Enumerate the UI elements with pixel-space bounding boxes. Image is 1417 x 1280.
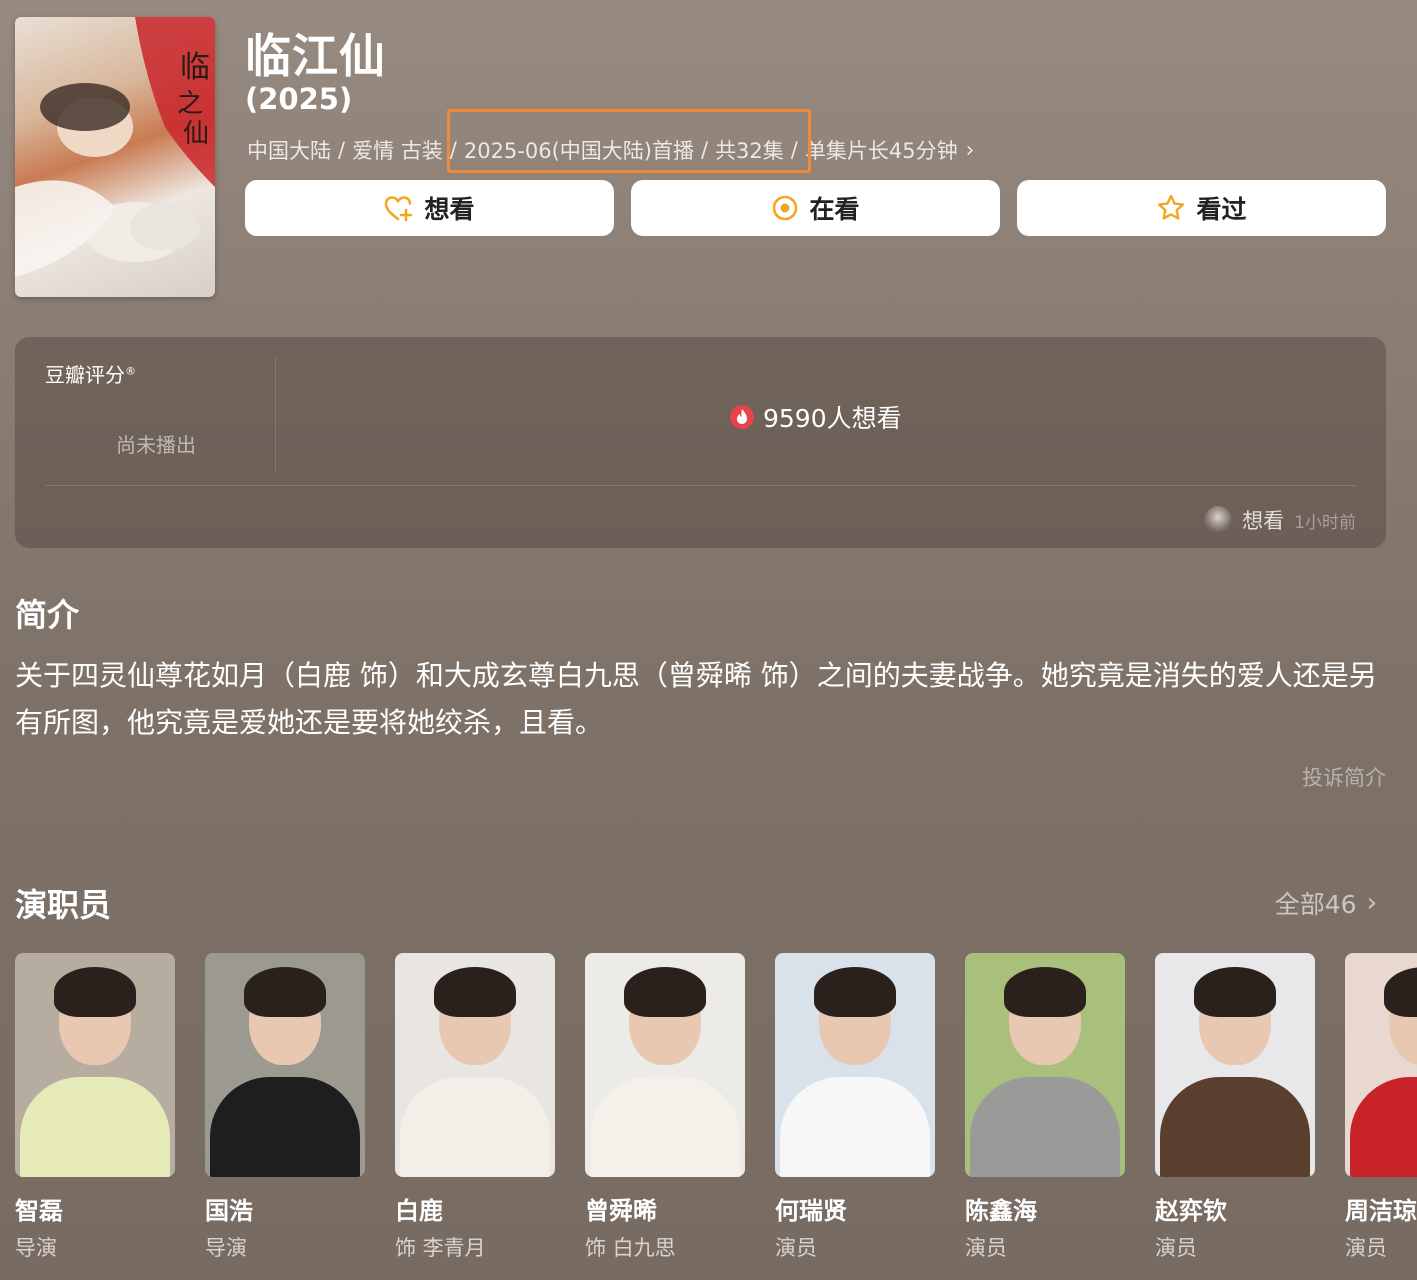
cast-photo xyxy=(585,953,745,1177)
photo-body xyxy=(210,1077,360,1177)
photo-body xyxy=(590,1077,740,1177)
photo-body xyxy=(20,1077,170,1177)
intro-heading: 简介 xyxy=(15,596,80,634)
complain-intro-link[interactable]: 投诉简介 xyxy=(1302,762,1386,792)
cast-photo xyxy=(775,953,935,1177)
cast-member[interactable]: 国浩 导演 xyxy=(205,953,365,1262)
want-label: 想看 xyxy=(424,195,475,224)
cast-role: 饰 李青月 xyxy=(395,1236,486,1260)
meta-genres: 爱情 古装 xyxy=(352,139,443,163)
svg-text:之: 之 xyxy=(177,89,203,119)
meta-region: 中国大陆 xyxy=(247,139,331,163)
divider xyxy=(45,485,1357,486)
cast-name: 白鹿 xyxy=(395,1197,443,1225)
photo-hair xyxy=(244,967,326,1017)
show-year: (2025) xyxy=(245,82,353,116)
rating-card: 豆瓣评分® 尚未播出 9590人想看 想看 1小时前 xyxy=(15,337,1386,548)
avatar xyxy=(1204,506,1233,534)
svg-text:仙: 仙 xyxy=(183,119,209,149)
activity-action: 想看 xyxy=(1242,509,1285,533)
photo-body xyxy=(1160,1077,1310,1177)
cast-member[interactable]: 白鹿 饰 李青月 xyxy=(395,953,555,1262)
cast-name: 曾舜晞 xyxy=(585,1197,657,1225)
target-circle-icon xyxy=(773,195,798,221)
cast-all-label: 全部46 xyxy=(1274,890,1357,919)
cast-member[interactable]: 赵弈钦 演员 xyxy=(1155,953,1315,1262)
cast-name: 陈鑫海 xyxy=(965,1197,1037,1225)
meta-separator: / xyxy=(338,138,346,162)
want-count[interactable]: 9590人想看 xyxy=(729,399,902,435)
cast-member[interactable]: 何瑞贤 演员 xyxy=(775,953,935,1262)
photo-body xyxy=(1350,1077,1417,1177)
cast-role: 导演 xyxy=(15,1236,57,1260)
cast-role: 演员 xyxy=(1155,1236,1197,1260)
cast-role: 演员 xyxy=(1345,1236,1387,1260)
cast-photo xyxy=(395,953,555,1177)
cast-name: 赵弈钦 xyxy=(1155,1197,1227,1225)
watching-label: 在看 xyxy=(809,195,860,224)
cast-member[interactable]: 陈鑫海 演员 xyxy=(965,953,1125,1262)
douban-rating-label: 豆瓣评分® xyxy=(45,363,136,387)
cast-photo xyxy=(1155,953,1315,1177)
cast-role: 饰 白九思 xyxy=(585,1236,676,1260)
intro-text: 关于四灵仙尊花如月（白鹿 饰）和大成玄尊白九思（曾舜晞 饰）之间的夫妻战争。她究… xyxy=(15,659,1377,739)
photo-body xyxy=(400,1077,550,1177)
poster-image[interactable]: 临 之 仙 xyxy=(15,17,215,297)
cast-role: 演员 xyxy=(775,1236,817,1260)
fire-icon xyxy=(730,405,754,429)
highlight-box xyxy=(447,109,811,173)
photo-hair xyxy=(624,967,706,1017)
recent-activity[interactable]: 想看 1小时前 xyxy=(1204,505,1356,535)
show-title: 临江仙 xyxy=(245,29,386,83)
cast-member[interactable]: 智磊 导演 xyxy=(15,953,175,1262)
poster-art: 临 之 仙 xyxy=(15,17,215,277)
photo-body xyxy=(780,1077,930,1177)
cast-role: 演员 xyxy=(965,1236,1007,1260)
watched-label: 看过 xyxy=(1196,195,1247,224)
cast-list: 智磊 导演 国浩 导演 白鹿 饰 李青月 曾舜晞 饰 白九思 何瑞贤 演员 陈鑫… xyxy=(0,953,1417,1263)
want-button[interactable]: 想看 xyxy=(245,180,614,236)
watching-button[interactable]: 在看 xyxy=(631,180,1000,236)
divider xyxy=(275,357,276,473)
want-count-text: 9590人想看 xyxy=(763,404,902,433)
photo-hair xyxy=(434,967,516,1017)
heart-plus-icon xyxy=(385,196,413,222)
cast-photo xyxy=(1345,953,1417,1177)
cast-heading: 演职员 xyxy=(15,886,112,924)
cast-photo xyxy=(205,953,365,1177)
cast-all-link[interactable]: 全部46 › xyxy=(1275,885,1377,921)
cast-name: 周洁琼 xyxy=(1345,1197,1417,1225)
photo-body xyxy=(970,1077,1120,1177)
chevron-right-icon: › xyxy=(965,137,975,163)
photo-hair xyxy=(1004,967,1086,1017)
photo-hair xyxy=(814,967,896,1017)
cast-photo xyxy=(965,953,1125,1177)
svg-text:临: 临 xyxy=(180,50,210,85)
activity-time: 1小时前 xyxy=(1294,512,1356,533)
rating-status: 尚未播出 xyxy=(116,433,196,457)
cast-name: 何瑞贤 xyxy=(775,1197,847,1225)
photo-hair xyxy=(54,967,136,1017)
chevron-right-icon: › xyxy=(1366,888,1377,918)
cast-role: 导演 xyxy=(205,1236,247,1260)
cast-member[interactable]: 曾舜晞 饰 白九思 xyxy=(585,953,745,1262)
cast-name: 国浩 xyxy=(205,1197,253,1225)
photo-hair xyxy=(1194,967,1276,1017)
cast-name: 智磊 xyxy=(15,1197,63,1225)
meta-duration: 单集片长45分钟 xyxy=(804,139,958,163)
star-outline-icon xyxy=(1158,194,1185,220)
watched-button[interactable]: 看过 xyxy=(1017,180,1386,236)
cast-photo xyxy=(15,953,175,1177)
cast-member[interactable]: 周洁琼 演员 xyxy=(1345,953,1417,1262)
photo-hair xyxy=(1384,967,1417,1017)
